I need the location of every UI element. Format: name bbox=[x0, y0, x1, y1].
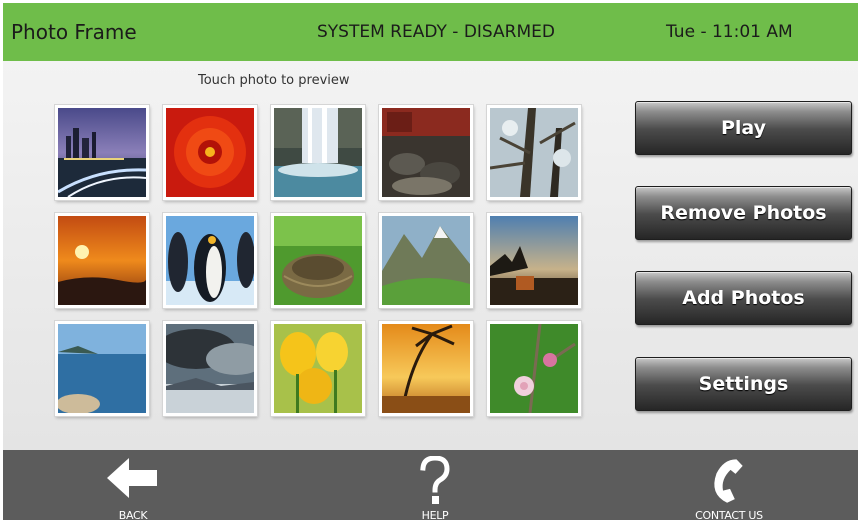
back-arrow-icon bbox=[107, 456, 159, 504]
remove-photos-button[interactable]: Remove Photos bbox=[635, 186, 852, 240]
play-button[interactable]: Play bbox=[635, 101, 852, 155]
photo-yellow-tulips[interactable] bbox=[271, 321, 365, 416]
photo-mountain-valley[interactable] bbox=[379, 213, 473, 308]
photo-sunset[interactable] bbox=[55, 213, 149, 308]
photo-ocean-shore[interactable] bbox=[55, 321, 149, 416]
photo-red-flower[interactable] bbox=[163, 105, 257, 200]
photo-waterfall[interactable] bbox=[271, 105, 365, 200]
photo-tree-branches[interactable] bbox=[487, 105, 581, 200]
content-area: Touch photo to preview Play Remove Photo… bbox=[3, 61, 858, 450]
photo-tropical-sunset[interactable] bbox=[379, 321, 473, 416]
help-question-icon bbox=[420, 455, 450, 512]
photo-birds-nest[interactable] bbox=[271, 213, 365, 308]
help-button[interactable]: HELP bbox=[365, 450, 505, 520]
clock: Tue - 11:01 AM bbox=[666, 22, 793, 42]
contact-us-button[interactable]: CONTACT US bbox=[659, 450, 799, 520]
photo-dusk-landscape[interactable] bbox=[487, 213, 581, 308]
back-label: BACK bbox=[118, 509, 148, 520]
photo-penguins[interactable] bbox=[163, 213, 257, 308]
system-status: SYSTEM READY - DISARMED bbox=[317, 22, 555, 42]
photo-turtles-rocks[interactable] bbox=[379, 105, 473, 200]
photo-city-skyline[interactable] bbox=[55, 105, 149, 200]
photo-frame-screen: Photo Frame SYSTEM READY - DISARMED Tue … bbox=[3, 3, 858, 520]
header-bar: Photo Frame SYSTEM READY - DISARMED Tue … bbox=[3, 3, 858, 61]
help-label: HELP bbox=[421, 509, 449, 520]
photo-pink-blossom[interactable] bbox=[487, 321, 581, 416]
footer-bar: BACK HELP CONTACT US bbox=[3, 450, 858, 520]
contact-us-label: CONTACT US bbox=[695, 509, 763, 520]
settings-button[interactable]: Settings bbox=[635, 357, 852, 411]
back-button[interactable]: BACK bbox=[63, 450, 203, 520]
phone-icon bbox=[709, 456, 749, 510]
app-title: Photo Frame bbox=[11, 20, 137, 44]
photo-grid bbox=[3, 61, 603, 450]
photo-storm-clouds[interactable] bbox=[163, 321, 257, 416]
add-photos-button[interactable]: Add Photos bbox=[635, 271, 852, 325]
